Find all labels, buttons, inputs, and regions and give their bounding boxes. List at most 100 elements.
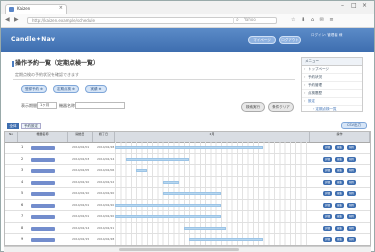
gantt-bar[interactable] xyxy=(115,215,221,218)
tab-close-icon[interactable]: × xyxy=(59,5,63,12)
page-title: 操作予約一覧（定期点検一覧） xyxy=(11,60,100,67)
sidebar-subitem[interactable]: ・定期点検一覧 xyxy=(302,106,362,113)
gantt-bar[interactable] xyxy=(136,169,147,172)
detail-button[interactable]: 詳細 xyxy=(323,202,332,208)
device-name-link[interactable] xyxy=(31,146,55,150)
sidebar-head: メニュー xyxy=(302,58,362,66)
detail-button[interactable]: 詳細 xyxy=(323,225,332,231)
address-bar: ◀ ▶ http://kaizen.example/schedule ⌕ Yah… xyxy=(1,14,374,28)
table-row[interactable]: 6 2014/02/01 2014/02/20 詳細 編集 削除 xyxy=(5,200,370,211)
app-logo[interactable]: Candle✦Nav xyxy=(11,36,55,44)
edit-button[interactable]: 編集 xyxy=(335,156,344,162)
edit-button[interactable]: 編集 xyxy=(335,168,344,173)
browser-tab[interactable]: Kaizen × xyxy=(5,4,67,14)
search-placeholder: Yahoo xyxy=(244,17,256,22)
edit-button[interactable]: 編集 xyxy=(335,145,344,150)
forward-icon[interactable]: ▶ xyxy=(14,16,19,24)
csv-export-button[interactable]: CSV出力 xyxy=(341,122,367,129)
col-no: No xyxy=(5,132,18,142)
search-button[interactable]: 検索実行 xyxy=(241,102,265,112)
edit-button[interactable]: 編集 xyxy=(335,237,344,242)
table-row[interactable]: 9 2014/02/15 2014/02/28 詳細 編集 削除 xyxy=(5,234,370,245)
gantt-bar[interactable] xyxy=(115,146,264,149)
gantt-bar[interactable] xyxy=(125,157,190,161)
table-row[interactable]: 7 2014/02/01 2014/02/20 詳細 編集 削除 xyxy=(5,211,370,223)
device-name-link[interactable] xyxy=(31,157,55,162)
edit-button[interactable]: 編集 xyxy=(335,225,344,231)
row-number: 9 xyxy=(21,237,24,241)
row-number: 3 xyxy=(21,168,24,172)
period-select[interactable]: 1ヶ月 xyxy=(37,102,57,109)
periodic-inspection-button[interactable]: 定期点検 ⊕ xyxy=(53,85,79,93)
horizontal-scrollbar[interactable] xyxy=(4,246,371,252)
toolbar-icons[interactable]: ☆ ⬇ ⌂ ✉ ≡ xyxy=(291,16,336,24)
app-header: Candle✦Nav マイページ ログアウト ログイン: 管理者 様 xyxy=(1,28,374,52)
clear-button[interactable]: 条件クリア xyxy=(268,102,294,112)
table-row[interactable]: 3 2014/02/05 2014/02/06 詳細 編集 削除 xyxy=(5,165,370,177)
detail-button[interactable]: 詳細 xyxy=(323,237,332,242)
table-row[interactable]: 5 2014/02/10 2014/02/20 詳細 編集 削除 xyxy=(5,188,370,200)
delete-button[interactable]: 削除 xyxy=(347,191,356,196)
gantt-bar[interactable] xyxy=(162,180,179,184)
search-field[interactable]: ⌕ Yahoo xyxy=(233,17,290,24)
detail-button[interactable]: 詳細 xyxy=(323,145,332,150)
delete-button[interactable]: 削除 xyxy=(347,145,356,150)
close-window-icon[interactable]: × xyxy=(362,2,367,10)
device-input[interactable] xyxy=(75,102,125,109)
end-date: 2014/02/28 xyxy=(97,237,115,241)
device-name-link[interactable] xyxy=(31,203,55,208)
table-row[interactable]: 2 2014/02/03 2014/02/14 詳細 編集 削除 xyxy=(5,154,370,165)
scroll-thumb[interactable] xyxy=(119,248,239,251)
tab-all[interactable]: 全体 xyxy=(7,123,19,129)
edit-button[interactable]: 編集 xyxy=(335,179,344,185)
gantt-bar[interactable] xyxy=(189,238,264,241)
edit-button[interactable]: 編集 xyxy=(335,191,344,196)
logout-button[interactable]: ログアウト xyxy=(279,36,301,44)
start-date: 2014/02/01 xyxy=(72,214,90,218)
tab-reservation-settings[interactable]: 予約設定 xyxy=(21,123,41,129)
delete-button[interactable]: 削除 xyxy=(347,179,356,185)
detail-button[interactable]: 詳細 xyxy=(323,179,332,185)
results-button[interactable]: 実績 ⊕ xyxy=(85,85,107,93)
gantt-bar[interactable] xyxy=(115,203,221,207)
detail-button[interactable]: 詳細 xyxy=(323,168,332,173)
device-name-link[interactable] xyxy=(31,169,55,173)
title-bar: Kaizen × – □ × xyxy=(1,1,374,14)
table-row[interactable]: 4 2014/02/10 2014/02/12 詳細 編集 削除 xyxy=(5,177,370,188)
delete-button[interactable]: 削除 xyxy=(347,225,356,231)
detail-button[interactable]: 詳細 xyxy=(323,156,332,162)
mypage-button[interactable]: マイページ xyxy=(248,36,276,44)
device-name-link[interactable] xyxy=(31,192,55,196)
detail-button[interactable]: 詳細 xyxy=(323,214,332,219)
gantt-bar[interactable] xyxy=(162,192,221,195)
sidebar-item-top[interactable]: トップページ xyxy=(302,66,362,74)
row-number: 8 xyxy=(21,225,24,230)
edit-button[interactable]: 編集 xyxy=(335,202,344,208)
minimize-icon[interactable]: – xyxy=(341,2,344,10)
back-icon[interactable]: ◀ xyxy=(5,16,10,24)
sidebar-item-history[interactable]: 点検履歴 xyxy=(302,90,362,98)
col-ops: 操作 xyxy=(310,132,370,142)
detail-button[interactable]: 詳細 xyxy=(323,191,332,196)
delete-button[interactable]: 削除 xyxy=(347,168,356,173)
device-name-link[interactable] xyxy=(31,215,55,219)
delete-button[interactable]: 削除 xyxy=(347,214,356,219)
delete-button[interactable]: 削除 xyxy=(347,156,356,162)
register-reservation-button[interactable]: 登録予約 ⊕ xyxy=(21,85,47,93)
sidebar-item-manage[interactable]: 予約管理 xyxy=(302,82,362,90)
sidebar-item-settings[interactable]: 設定 xyxy=(302,98,362,106)
table-row[interactable]: 1 2014/02/01 2014/02/28 詳細 編集 削除 xyxy=(5,142,370,154)
edit-button[interactable]: 編集 xyxy=(335,214,344,219)
sidebar-menu: メニュー トップページ 予約状況 予約管理 点検履歴 設定 ・定期点検一覧 xyxy=(301,57,363,112)
device-name-link[interactable] xyxy=(31,238,55,242)
delete-button[interactable]: 削除 xyxy=(347,237,356,242)
sidebar-item-status[interactable]: 予約状況 xyxy=(302,74,362,82)
table-row[interactable]: 8 2014/02/14 2014/02/21 詳細 編集 削除 xyxy=(5,223,370,234)
gantt-bar[interactable] xyxy=(183,226,227,230)
tab-title: Kaizen xyxy=(17,6,31,11)
row-number: 1 xyxy=(21,145,24,149)
device-name-link[interactable] xyxy=(31,180,55,185)
device-name-link[interactable] xyxy=(31,226,55,231)
maximize-icon[interactable]: □ xyxy=(351,2,357,10)
delete-button[interactable]: 削除 xyxy=(347,202,356,208)
